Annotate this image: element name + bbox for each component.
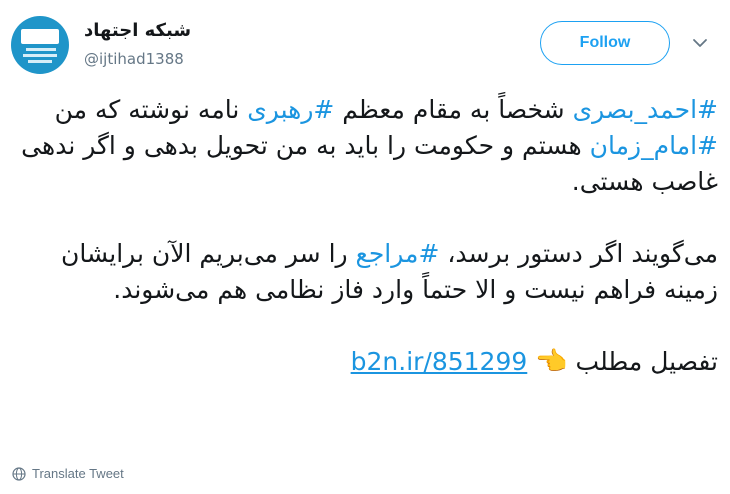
tweet-text-segment: شخصاً به مقام معظم (334, 95, 573, 124)
ijtihad-logo-icon (21, 29, 59, 44)
tweet-paragraph-1: #احمد_بصری شخصاً به مقام معظم #رهبری نام… (10, 92, 718, 200)
pointing-hand-icon: 👈 (535, 347, 568, 377)
avatar[interactable] (11, 16, 69, 74)
author-handle[interactable]: @ijtihad1388 (84, 50, 184, 68)
tweet-text: #احمد_بصری شخصاً به مقام معظم #رهبری نام… (10, 92, 718, 416)
tweet-text-segment: نامه نوشته که من (54, 95, 248, 124)
hashtag-link[interactable]: #احمد_بصری (573, 95, 718, 124)
hashtag-link[interactable]: #امام_زمان (590, 131, 718, 160)
tweet-header: شبکه اجتهاد @ijtihad1388 Follow (0, 0, 730, 80)
article-link[interactable]: b2n.ir/851299 (351, 347, 528, 376)
author-display-name[interactable]: شبکه اجتهاد (84, 20, 191, 41)
hashtag-link[interactable]: #رهبری (247, 95, 334, 124)
tweet-paragraph-2: می‌گویند اگر دستور برسد، #مراجع را سر می… (10, 236, 718, 308)
globe-icon (12, 466, 26, 481)
translate-tweet-button[interactable]: Translate Tweet (12, 466, 124, 481)
tweet-link-line: تفصیل مطلب 👈 b2n.ir/851299 (10, 344, 718, 380)
translate-label: Translate Tweet (32, 466, 124, 481)
hashtag-link[interactable]: #مراجع (356, 239, 440, 268)
chevron-down-icon[interactable] (692, 38, 708, 48)
tweet-text-segment: می‌گویند اگر دستور برسد، (439, 239, 718, 268)
link-prefix-text: تفصیل مطلب (567, 347, 718, 376)
follow-button[interactable]: Follow (540, 21, 670, 65)
